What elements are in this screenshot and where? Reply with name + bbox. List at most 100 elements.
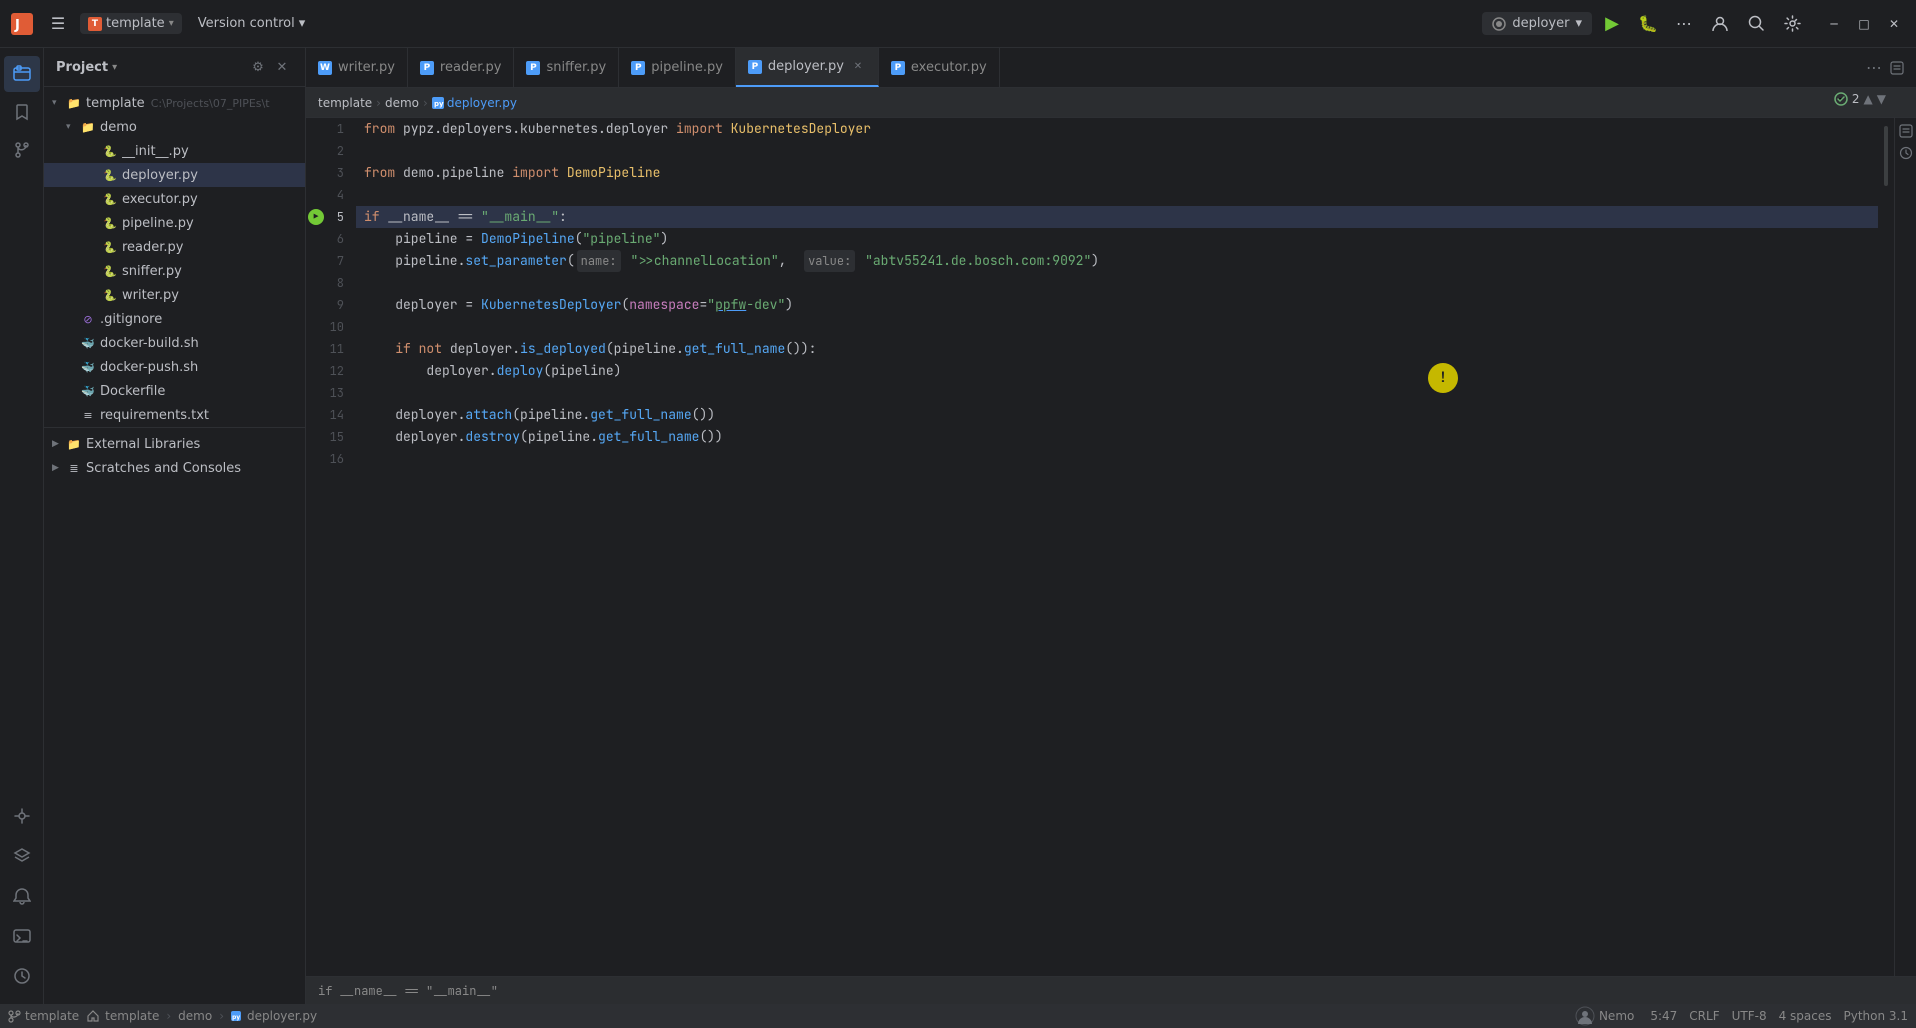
tree-item-reader-py[interactable]: 🐍 reader.py	[44, 235, 305, 259]
titlebar-left: J ☰ T template ▾ Version control ▾	[8, 10, 313, 38]
code-line-14: deployer.attach(pipeline.get_full_name()…	[356, 404, 1878, 426]
tree-item-docker-build[interactable]: 🐳 docker-build.sh	[44, 331, 305, 355]
more-options-button[interactable]: ⋯	[1668, 8, 1700, 40]
right-gutter	[1878, 118, 1894, 976]
tree-item-init-py[interactable]: 🐍 __init__.py	[44, 139, 305, 163]
tree-item-external-libraries[interactable]: ▶ 📁 External Libraries	[44, 432, 305, 456]
run-indicator[interactable]: ▶	[308, 209, 324, 225]
line-sep-item[interactable]: CRLF	[1689, 1009, 1719, 1023]
tab-sniffer[interactable]: P sniffer.py	[514, 48, 619, 87]
titlebar: J ☰ T template ▾ Version control ▾ deplo…	[0, 0, 1916, 48]
folder-icon-template: 📁	[66, 95, 82, 111]
nemo-area: Nemo	[1575, 1006, 1634, 1026]
indent-item[interactable]: 4 spaces	[1779, 1009, 1832, 1023]
recent-files-button[interactable]	[1886, 57, 1908, 79]
hamburger-button[interactable]: ☰	[44, 10, 72, 38]
run-button[interactable]: ▶	[1596, 8, 1628, 40]
project-name: template	[106, 16, 165, 31]
panel-gear-button[interactable]: ⚙	[247, 56, 269, 78]
deployer-chip[interactable]: deployer ▾	[1482, 12, 1592, 35]
tree-item-sniffer-py[interactable]: 🐍 sniffer.py	[44, 259, 305, 283]
vcs-button[interactable]: Version control ▾	[190, 13, 314, 34]
user-button[interactable]	[1704, 8, 1736, 40]
tree-item-dockerfile[interactable]: 🐳 Dockerfile	[44, 379, 305, 403]
tree-item-deployer-py[interactable]: 🐍 deployer.py	[44, 163, 305, 187]
line-4: 4	[306, 184, 356, 206]
recent-files-icon	[1890, 61, 1904, 75]
tab-reader[interactable]: P reader.py	[408, 48, 515, 87]
breadcrumb-file: py deployer.py	[432, 96, 517, 110]
tree-item-scratches[interactable]: ▶ ≣ Scratches and Consoles	[44, 456, 305, 480]
docker-icon-build: 🐳	[80, 335, 96, 351]
tree-item-writer-py[interactable]: 🐍 writer.py	[44, 283, 305, 307]
tabs-bar: W writer.py P reader.py P sniffer.py P p…	[306, 48, 1916, 88]
sidebar-item-git-log[interactable]	[4, 958, 40, 994]
panel-actions: ⚙ ✕	[247, 56, 293, 78]
search-button[interactable]	[1740, 8, 1772, 40]
deployer-chip-icon	[1492, 17, 1506, 31]
breadcrumb-file-icon: py	[432, 97, 444, 109]
check-icon	[1834, 92, 1848, 106]
folder-icon-demo: 📁	[80, 119, 96, 135]
right-sidebar-btn-1[interactable]	[1897, 122, 1915, 140]
tab-close-deployer[interactable]: ✕	[850, 59, 866, 75]
tree-item-requirements[interactable]: ≡ requirements.txt	[44, 403, 305, 427]
tab-pipeline[interactable]: P pipeline.py	[619, 48, 736, 87]
tree-item-template-root[interactable]: ▾ 📁 template C:\Projects\07_PIPEs\t	[44, 91, 305, 115]
scrollbar-thumb[interactable]	[1884, 126, 1888, 186]
tree-item-pipeline-py[interactable]: 🐍 pipeline.py	[44, 211, 305, 235]
sidebar-item-project[interactable]	[4, 56, 40, 92]
code-line-9: deployer = KubernetesDeployer(namespace=…	[356, 294, 1878, 316]
svg-text:J: J	[14, 18, 20, 33]
tree-chevron-template-root: ▾	[52, 98, 66, 108]
tree-item-gitignore[interactable]: ⊘ .gitignore	[44, 307, 305, 331]
language-item[interactable]: Python 3.1	[1844, 1009, 1909, 1023]
line-8: 8	[306, 272, 356, 294]
folder-icon-ext-libs: 📁	[66, 436, 82, 452]
branch-item[interactable]: template	[8, 1009, 79, 1023]
sidebar-item-terminal[interactable]	[4, 918, 40, 954]
position-item[interactable]: 5:47	[1650, 1009, 1677, 1023]
file-icon-status: py	[231, 1011, 241, 1021]
minimize-button[interactable]: ─	[1820, 10, 1848, 38]
code-line-13	[356, 382, 1878, 404]
tree-item-executor-py[interactable]: 🐍 executor.py	[44, 187, 305, 211]
project-panel: Project ▾ ⚙ ✕ ▾ 📁 template C:\Projects\0…	[44, 48, 306, 1004]
code-line-11: if not deployer.is_deployed(pipeline.get…	[356, 338, 1878, 360]
sidebar-item-git[interactable]	[4, 132, 40, 168]
breadcrumb-bar: template › demo › py deployer.py	[306, 88, 1916, 118]
panel-title[interactable]: Project ▾	[56, 60, 117, 75]
sidebar-item-notifications[interactable]	[4, 878, 40, 914]
tree-item-docker-push[interactable]: 🐳 docker-push.sh	[44, 355, 305, 379]
sidebar-item-commit[interactable]	[4, 798, 40, 834]
right-sidebar-btn-2[interactable]	[1897, 144, 1915, 162]
editor-code[interactable]: ! from pypz.deployers.kubernetes.deploye…	[356, 118, 1878, 976]
editor-gutter: 1 2 3 4 ▶ 5 6 7 8 9 10 11 12 13 14 15 16	[306, 118, 356, 976]
maximize-button[interactable]: □	[1850, 10, 1878, 38]
py-icon-reader: 🐍	[102, 239, 118, 255]
tree-chevron-scratches: ▶	[52, 463, 66, 473]
sidebar-item-layers[interactable]	[4, 838, 40, 874]
tabs-end: ⋯	[1866, 57, 1916, 79]
breadcrumb-status[interactable]: template › demo › py deployer.py	[87, 1009, 317, 1023]
window-controls: ─ □ ✕	[1820, 10, 1908, 38]
line-1: 1	[306, 118, 356, 140]
app-logo: J	[8, 10, 36, 38]
tooltip-bubble: !	[1428, 363, 1458, 393]
coverage-button[interactable]: 🐛	[1632, 8, 1664, 40]
tab-writer[interactable]: W writer.py	[306, 48, 408, 87]
settings-button[interactable]	[1776, 8, 1808, 40]
tree-item-demo[interactable]: ▾ 📁 demo	[44, 115, 305, 139]
project-badge[interactable]: T template ▾	[80, 13, 182, 34]
tab-deployer[interactable]: P deployer.py ✕	[736, 48, 879, 87]
tab-icon-deployer: P	[748, 60, 762, 74]
panel-close-button[interactable]: ✕	[271, 56, 293, 78]
line-3: 3	[306, 162, 356, 184]
sidebar-item-bookmarks[interactable]	[4, 94, 40, 130]
branch-name: template	[25, 1009, 79, 1023]
encoding-item[interactable]: UTF-8	[1732, 1009, 1767, 1023]
tabs-more-button[interactable]: ⋯	[1866, 58, 1882, 77]
tab-executor[interactable]: P executor.py	[879, 48, 1000, 87]
statusbar-right: 5:47 CRLF UTF-8 4 spaces Python 3.1	[1650, 1009, 1908, 1023]
close-button[interactable]: ✕	[1880, 10, 1908, 38]
